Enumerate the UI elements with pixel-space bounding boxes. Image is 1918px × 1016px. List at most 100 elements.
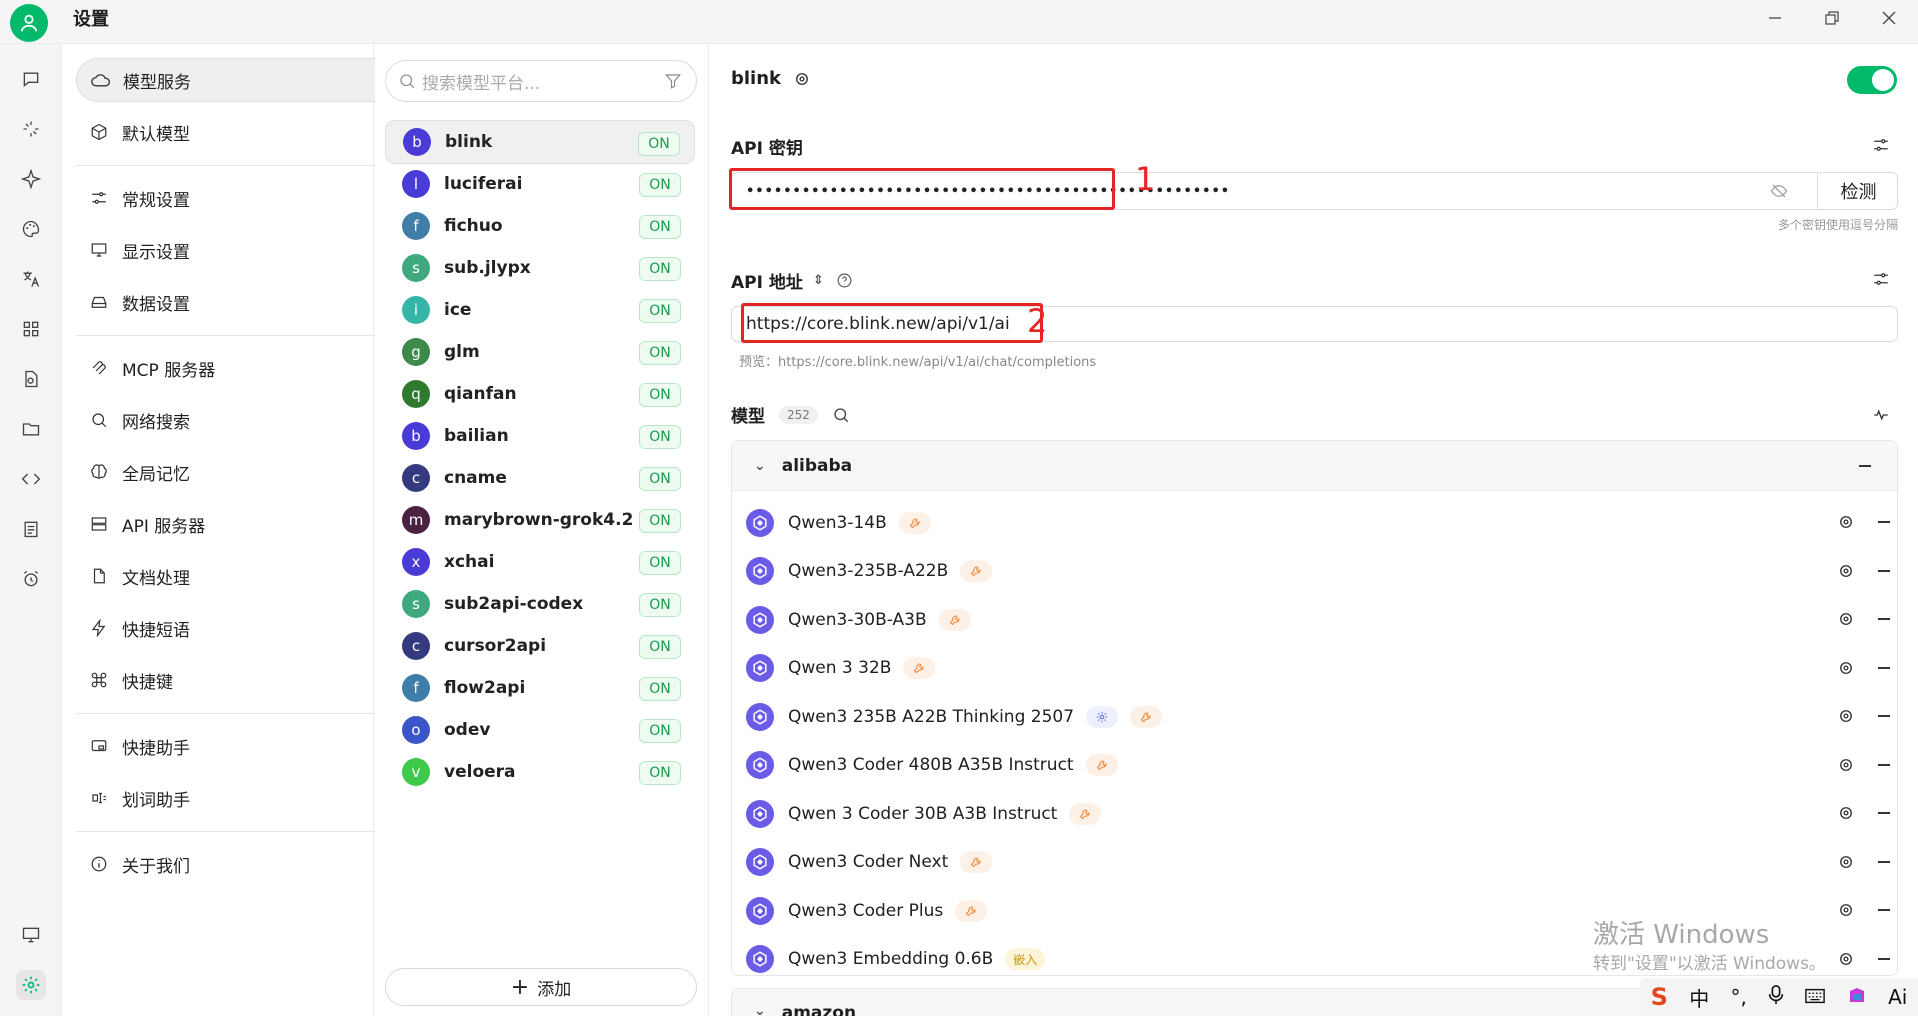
remove-model-icon[interactable] xyxy=(1878,909,1890,911)
provider-item[interactable]: b bailian ON xyxy=(385,414,695,458)
remove-model-icon[interactable] xyxy=(1878,860,1890,863)
nav-item-web-search[interactable]: 网络搜索 xyxy=(76,398,424,442)
model-settings-icon[interactable] xyxy=(1837,610,1855,633)
model-settings-icon[interactable] xyxy=(1837,707,1855,730)
model-row[interactable]: Qwen3-235B-A22B xyxy=(732,548,1897,595)
nav-item-memory[interactable]: 全局记忆 xyxy=(76,450,424,494)
model-row[interactable]: Qwen 3 32B xyxy=(732,645,1897,692)
model-name: Qwen 3 32B xyxy=(788,658,892,678)
model-row[interactable]: Qwen3-14B xyxy=(732,499,1897,546)
remove-model-icon[interactable] xyxy=(1878,957,1890,960)
provider-item[interactable]: s sub.jlypx ON xyxy=(385,246,695,290)
remove-model-icon[interactable] xyxy=(1878,569,1890,572)
provider-item[interactable]: i ice ON xyxy=(385,288,695,332)
microphone-icon[interactable] xyxy=(1768,984,1784,1010)
provider-item[interactable]: v veloera ON xyxy=(385,750,695,794)
model-settings-icon[interactable] xyxy=(1837,562,1855,585)
display-icon[interactable] xyxy=(16,920,46,950)
nav-item-label: 模型服务 xyxy=(123,72,191,93)
sparkle-icon[interactable] xyxy=(16,164,46,194)
translate-icon[interactable] xyxy=(16,264,46,294)
check-key-button[interactable]: 检测 xyxy=(1817,172,1899,210)
nav-item-api-server[interactable]: API 服务器 xyxy=(76,502,424,546)
remove-model-icon[interactable] xyxy=(1878,666,1890,669)
provider-item[interactable]: s sub2api-codex ON xyxy=(385,582,695,626)
nav-item-general[interactable]: 常规设置 xyxy=(76,176,424,220)
provider-item[interactable]: f flow2api ON xyxy=(385,666,695,710)
model-group-header[interactable]: ⌄ alibaba xyxy=(732,441,1897,491)
keyboard-icon[interactable] xyxy=(1805,985,1826,1009)
model-settings-icon[interactable] xyxy=(1837,853,1855,876)
skin-icon[interactable] xyxy=(1847,985,1867,1010)
agents-icon[interactable] xyxy=(16,114,46,144)
chat-icon[interactable] xyxy=(16,64,46,94)
file-search-icon[interactable] xyxy=(16,364,46,394)
collapse-group-icon[interactable] xyxy=(1859,465,1871,467)
sliders-icon[interactable] xyxy=(1872,136,1890,154)
provider-item[interactable]: g glm ON xyxy=(385,330,695,374)
folder-icon[interactable] xyxy=(16,414,46,444)
remove-model-icon[interactable] xyxy=(1878,812,1890,814)
nav-item-shortcuts[interactable]: 快捷键 xyxy=(76,658,424,702)
model-settings-icon[interactable] xyxy=(1837,901,1855,924)
chevron-updown-icon[interactable]: ⇕ xyxy=(813,273,824,288)
model-row[interactable]: Qwen3 235B A22B Thinking 2507 xyxy=(732,693,1897,740)
minimize-button[interactable] xyxy=(1755,4,1795,32)
model-row[interactable]: Qwen3-30B-A3B xyxy=(732,596,1897,643)
remove-model-icon[interactable] xyxy=(1878,763,1890,766)
provider-item[interactable]: c cursor2api ON xyxy=(385,624,695,668)
plus-icon: + xyxy=(510,974,530,1000)
model-settings-icon[interactable] xyxy=(1837,513,1855,536)
model-settings-icon[interactable] xyxy=(1837,950,1855,973)
provider-item[interactable]: o odev ON xyxy=(385,708,695,752)
palette-icon[interactable] xyxy=(16,214,46,244)
eye-off-icon[interactable] xyxy=(1769,182,1789,200)
nav-item-model-service[interactable]: 模型服务 xyxy=(76,58,424,102)
add-provider-button[interactable]: + 添加 xyxy=(385,968,697,1006)
nav-divider xyxy=(76,713,424,714)
provider-enable-toggle[interactable] xyxy=(1847,66,1897,94)
nav-item-selection-assistant[interactable]: 划词助手 xyxy=(76,776,424,820)
model-settings-icon[interactable] xyxy=(1837,804,1855,827)
sliders-icon[interactable] xyxy=(1872,270,1890,288)
remove-model-icon[interactable] xyxy=(1878,618,1890,620)
nav-item-default-model[interactable]: 默认模型 xyxy=(76,110,424,154)
nav-item-data[interactable]: 数据设置 xyxy=(76,280,424,324)
nav-item-quick-phrases[interactable]: 快捷短语 xyxy=(76,606,424,650)
provider-item[interactable]: x xchai ON xyxy=(385,540,695,584)
nav-item-quick-assistant[interactable]: 快捷助手 xyxy=(76,724,424,768)
provider-item[interactable]: q qianfan ON xyxy=(385,372,695,416)
model-row[interactable]: Qwen3 Coder 480B A35B Instruct xyxy=(732,742,1897,789)
model-settings-icon[interactable] xyxy=(1837,659,1855,682)
remove-model-icon[interactable] xyxy=(1878,521,1890,523)
close-button[interactable] xyxy=(1869,4,1909,32)
nav-item-display[interactable]: 显示设置 xyxy=(76,228,424,272)
provider-item[interactable]: b blink ON xyxy=(385,120,695,164)
apps-icon[interactable] xyxy=(16,314,46,344)
restore-button[interactable] xyxy=(1812,4,1852,32)
search-icon[interactable] xyxy=(832,406,850,424)
model-settings-icon[interactable] xyxy=(1837,756,1855,779)
sogou-logo-icon[interactable]: S xyxy=(1651,983,1668,1011)
provider-search-input[interactable]: 搜索模型平台... xyxy=(385,60,697,102)
nav-item-doc-processing[interactable]: 文档处理 xyxy=(76,554,424,598)
provider-item[interactable]: m marybrown-grok4.2 ON xyxy=(385,498,695,542)
model-row[interactable]: Qwen3 Coder Next xyxy=(732,839,1897,886)
provider-item[interactable]: f fichuo ON xyxy=(385,204,695,248)
punctuation-icon[interactable]: °, xyxy=(1731,985,1747,1009)
remove-model-icon[interactable] xyxy=(1878,715,1890,717)
nav-item-mcp[interactable]: MCP 服务器 xyxy=(76,346,424,390)
user-avatar[interactable] xyxy=(10,4,48,42)
cloud-icon xyxy=(91,69,117,91)
nav-item-about[interactable]: 关于我们 xyxy=(76,842,424,886)
notes-icon[interactable] xyxy=(16,514,46,544)
health-check-icon[interactable] xyxy=(1872,406,1890,424)
ai-assistant-button[interactable]: Ai xyxy=(1888,985,1907,1009)
settings-icon[interactable] xyxy=(16,970,46,1000)
alarm-icon[interactable] xyxy=(16,564,46,594)
code-icon[interactable] xyxy=(16,464,46,494)
ime-language-toggle[interactable]: 中 xyxy=(1689,983,1709,1012)
provider-item[interactable]: l luciferai ON xyxy=(385,162,695,206)
model-row[interactable]: Qwen 3 Coder 30B A3B Instruct xyxy=(732,790,1897,837)
provider-item[interactable]: c cname ON xyxy=(385,456,695,500)
